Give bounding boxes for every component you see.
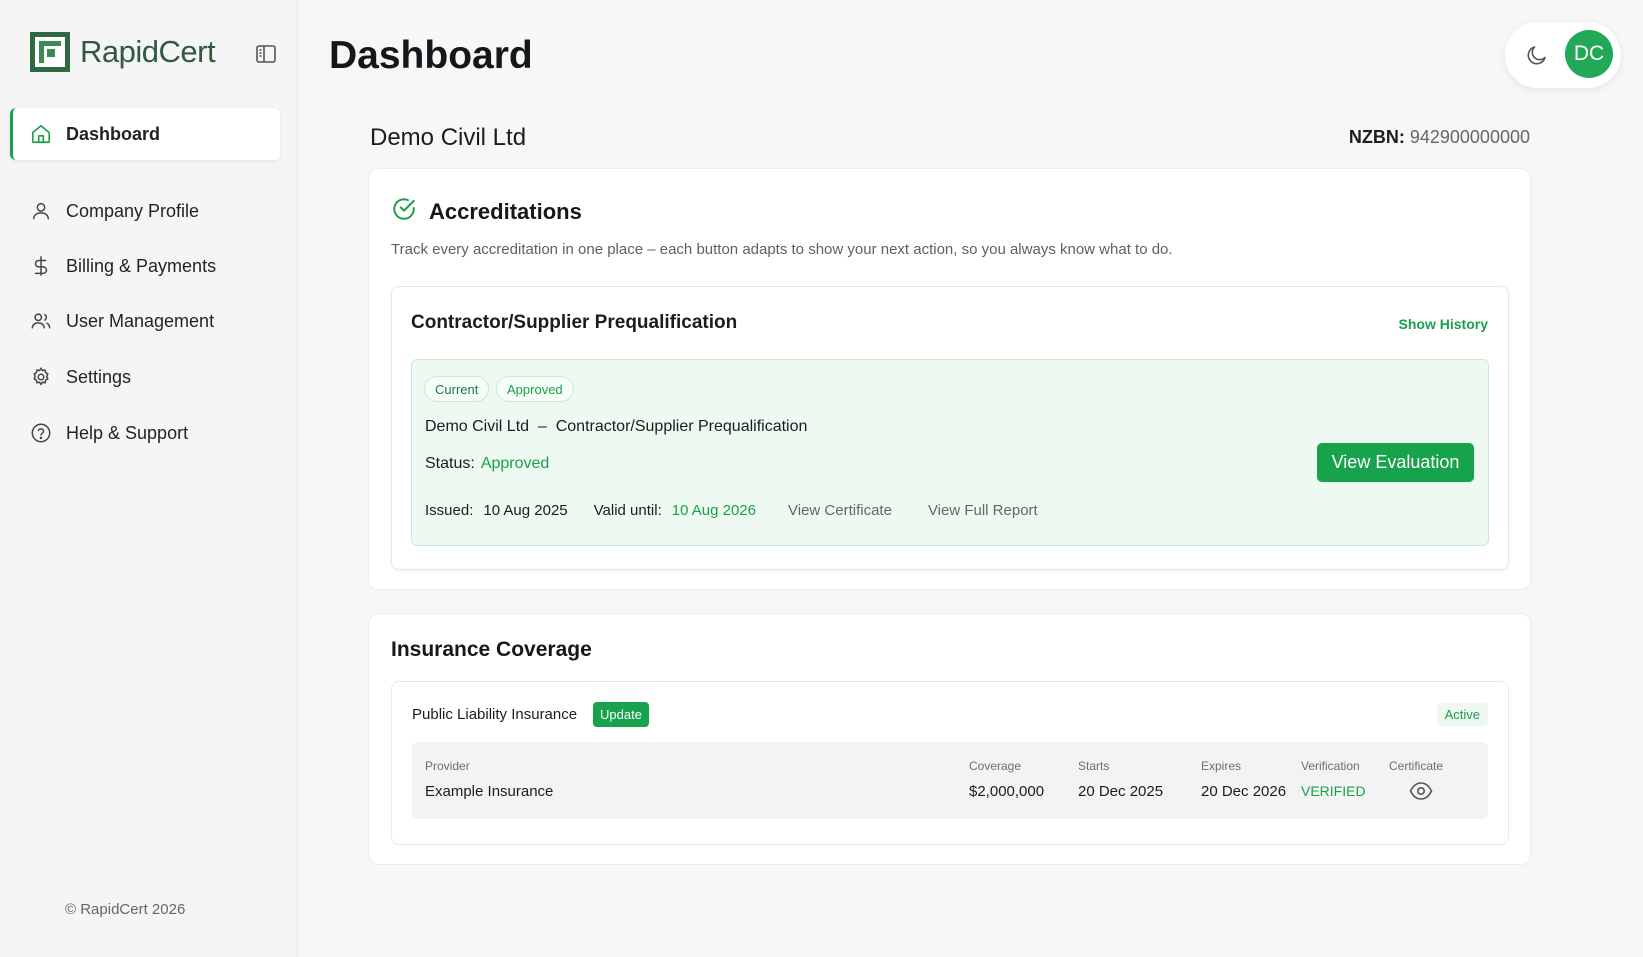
record-meta: Issued: 10 Aug 2025 Valid until: 10 Aug … (425, 502, 1074, 519)
coverage-column: Coverage $2,000,000 (969, 759, 1044, 800)
sidebar: RapidCert Dashboard Company Profile Bill… (0, 0, 298, 957)
sidebar-item-company-profile[interactable]: Company Profile (10, 185, 280, 237)
valid-until-value: 10 Aug 2026 (671, 502, 756, 519)
gear-icon (30, 366, 52, 388)
verification-column: Verification VERIFIED (1301, 759, 1366, 799)
user-icon (30, 200, 52, 222)
sidebar-item-label: Settings (66, 366, 132, 387)
column-header: Certificate (1389, 759, 1444, 773)
sidebar-item-help[interactable]: Help & Support (10, 407, 280, 459)
insurance-policy: Public Liability Insurance Update Active… (391, 681, 1509, 845)
nzbn: NZBN: 942900000000 (1349, 127, 1530, 148)
expires-column: Expires 20 Dec 2026 (1201, 759, 1286, 800)
rapidcert-logo-icon (30, 32, 70, 72)
accreditations-title: Accreditations (429, 198, 582, 224)
approved-badge: Approved (496, 376, 574, 402)
sidebar-item-label: Dashboard (66, 123, 161, 144)
insurance-card: Insurance Coverage Public Liability Insu… (368, 613, 1531, 865)
policy-name: Public Liability Insurance (412, 706, 578, 723)
user-controls: DC (1505, 22, 1621, 88)
copyright: © RapidCert 2026 (65, 901, 186, 918)
column-header: Provider (425, 759, 470, 773)
update-button[interactable]: Update (593, 702, 649, 727)
column-header: Coverage (969, 759, 1022, 773)
sidebar-item-label: Company Profile (66, 200, 200, 221)
nzbn-value: 942900000000 (1409, 127, 1530, 147)
provider-value: Example Insurance (425, 783, 554, 800)
prequalification-card: Contractor/Supplier Prequalification Sho… (391, 286, 1509, 570)
check-circle-icon (391, 196, 417, 227)
accreditations-header: Accreditations (391, 196, 582, 227)
brand-name: RapidCert (80, 34, 216, 69)
certificate-column: Certificate (1389, 759, 1443, 801)
accreditation-record: Current Approved Demo Civil Ltd – Contra… (411, 359, 1489, 546)
current-badge: Current (424, 376, 490, 402)
page-title: Dashboard (329, 34, 533, 77)
sidebar-item-label: User Management (66, 310, 215, 331)
insurance-title: Insurance Coverage (391, 638, 592, 661)
issued-value: 10 Aug 2025 (483, 502, 568, 519)
prequalification-title: Contractor/Supplier Prequalification (411, 312, 738, 333)
sidebar-collapse-icon[interactable] (254, 42, 278, 66)
record-status: Status: Approved (425, 455, 549, 473)
sidebar-item-dashboard[interactable]: Dashboard (10, 108, 280, 160)
view-full-report-link[interactable]: View Full Report (928, 502, 1038, 519)
verification-value: VERIFIED (1301, 783, 1366, 799)
show-history-link[interactable]: Show History (1399, 316, 1488, 332)
view-certificate-link[interactable]: View Certificate (788, 502, 892, 519)
provider-column: Provider Example Insurance (425, 759, 553, 800)
sidebar-item-user-management[interactable]: User Management (10, 295, 280, 347)
avatar[interactable]: DC (1565, 30, 1613, 78)
starts-column: Starts 20 Dec 2025 (1078, 759, 1163, 800)
status-label: Status: (425, 455, 475, 472)
company-name: Demo Civil Ltd (370, 124, 527, 151)
help-circle-icon (30, 422, 52, 444)
sidebar-item-settings[interactable]: Settings (10, 351, 280, 403)
sidebar-item-label: Billing & Payments (66, 255, 217, 276)
column-header: Expires (1201, 759, 1242, 773)
moon-icon[interactable] (1525, 43, 1549, 67)
brand[interactable]: RapidCert (30, 32, 216, 72)
users-icon (30, 310, 52, 332)
sidebar-item-billing[interactable]: Billing & Payments (10, 240, 280, 292)
dollar-icon (30, 255, 52, 277)
status-value: Approved (480, 455, 550, 472)
app: RapidCert Dashboard Company Profile Bill… (0, 0, 1643, 957)
column-header: Starts (1078, 759, 1110, 773)
accreditations-card: Accreditations Track every accreditation… (368, 168, 1531, 590)
expires-value: 20 Dec 2026 (1201, 783, 1287, 800)
eye-icon[interactable] (1409, 781, 1433, 801)
view-evaluation-button[interactable]: View Evaluation (1317, 443, 1474, 482)
column-header: Verification (1301, 759, 1360, 773)
issued-label: Issued: (425, 502, 474, 519)
nzbn-label: NZBN: (1348, 127, 1405, 147)
policy-details-row: Provider Example Insurance Coverage $2,0… (412, 742, 1488, 819)
starts-value: 20 Dec 2025 (1078, 783, 1164, 800)
valid-until-label: Valid until: (593, 502, 662, 519)
home-icon (30, 123, 52, 145)
accreditations-description: Track every accreditation in one place –… (391, 241, 1173, 258)
record-name: Demo Civil Ltd – Contractor/Supplier Pre… (425, 418, 808, 435)
coverage-value: $2,000,000 (969, 783, 1045, 800)
status-badge: Active (1436, 703, 1488, 726)
sidebar-item-label: Help & Support (66, 422, 189, 443)
